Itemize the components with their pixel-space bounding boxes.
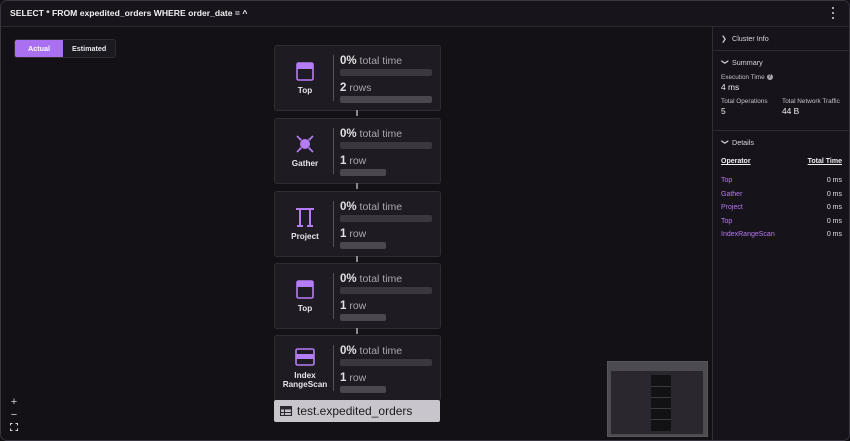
time-bar xyxy=(340,287,432,294)
estimated-toggle-button[interactable]: Estimated xyxy=(62,40,116,57)
minimap-plan xyxy=(651,375,671,431)
plan-node-gather[interactable]: Gather 0% total time 1 row xyxy=(274,118,441,184)
index-icon xyxy=(295,347,315,366)
operator-link[interactable]: IndexRangeScan xyxy=(721,231,775,238)
connector xyxy=(356,183,358,189)
view-toggle: Actual Estimated xyxy=(14,39,117,58)
execution-time-value: 4 ms xyxy=(721,82,740,92)
operator-column-header[interactable]: Operator xyxy=(721,158,751,165)
node-time: 0% total time xyxy=(340,345,403,357)
operator-time: 0 ms xyxy=(826,218,842,225)
execution-time-label: Execution Time? xyxy=(721,74,773,81)
plan-node-top-2[interactable]: Top 0% total time 1 row xyxy=(274,263,441,329)
node-rows: 1 row xyxy=(340,372,367,384)
project-icon xyxy=(296,208,314,227)
kebab-menu-icon[interactable] xyxy=(829,7,837,19)
time-bar xyxy=(340,142,432,149)
plan-node-project[interactable]: Project 0% total time 1 row xyxy=(274,191,441,257)
operator-link[interactable]: Top xyxy=(721,218,732,225)
time-bar xyxy=(340,215,432,222)
zoom-out-button[interactable]: − xyxy=(9,410,19,421)
rows-bar xyxy=(340,242,386,249)
top-icon xyxy=(296,61,314,81)
operator-time: 0 ms xyxy=(826,177,842,184)
chevron-down-icon: ❯ xyxy=(721,58,728,65)
node-rows: 1 row xyxy=(340,300,367,312)
table-name: test.expedited_orders xyxy=(297,404,413,418)
fit-view-button[interactable] xyxy=(9,423,19,433)
actual-toggle-button[interactable]: Actual xyxy=(15,40,63,57)
top-icon xyxy=(296,279,314,299)
app-window: SELECT * FROM expedited_orders WHERE ord… xyxy=(0,0,850,441)
summary-header[interactable]: ❯ Summary xyxy=(721,58,763,67)
node-time: 0% total time xyxy=(340,201,403,213)
operator-time: 0 ms xyxy=(826,231,842,238)
time-bar xyxy=(340,359,432,366)
table-source-node[interactable]: test.expedited_orders xyxy=(274,400,440,422)
details-panel: ❯ Cluster Info ❯ Summary Execution Time?… xyxy=(712,27,849,440)
chevron-right-icon: ❯ xyxy=(721,35,727,43)
gather-icon xyxy=(296,135,314,153)
node-label: Project xyxy=(291,232,319,241)
total-operations-label: Total Operations xyxy=(721,98,768,105)
minimap[interactable] xyxy=(607,361,708,437)
node-rows: 2 rows xyxy=(340,82,372,94)
node-rows: 1 row xyxy=(340,155,367,167)
node-time: 0% total time xyxy=(340,273,403,285)
minimap-viewport[interactable] xyxy=(611,371,703,434)
total-time-column-header[interactable]: Total Time xyxy=(808,158,842,165)
node-label: Top xyxy=(297,303,313,313)
node-rows: 1 row xyxy=(340,228,367,240)
rows-bar xyxy=(340,314,386,321)
connector xyxy=(356,110,358,116)
network-traffic-label: Total Network Traffic xyxy=(782,98,840,105)
node-label: Gather xyxy=(291,159,319,168)
chevron-down-icon: ❯ xyxy=(721,138,728,145)
operator-link[interactable]: Gather xyxy=(721,191,742,198)
connector xyxy=(356,328,358,334)
operator-link[interactable]: Top xyxy=(721,177,732,184)
fit-view-icon xyxy=(10,423,18,431)
node-label: Index RangeScan xyxy=(282,370,328,389)
zoom-in-button[interactable]: + xyxy=(9,397,19,408)
operator-link[interactable]: Project xyxy=(721,204,743,211)
operator-time: 0 ms xyxy=(826,191,842,198)
plan-canvas[interactable]: Actual Estimated Top 0% total time 2 row… xyxy=(1,27,712,440)
rows-bar xyxy=(340,169,386,176)
rows-bar xyxy=(340,96,432,103)
operator-time: 0 ms xyxy=(826,204,842,211)
node-time: 0% total time xyxy=(340,128,403,140)
time-bar xyxy=(340,69,432,76)
node-time: 0% total time xyxy=(340,55,403,67)
total-operations-value: 5 xyxy=(721,106,726,116)
table-icon xyxy=(280,406,292,416)
details-header[interactable]: ❯ Details xyxy=(721,138,754,147)
network-traffic-value: 44 B xyxy=(782,106,800,116)
cluster-info-header[interactable]: ❯ Cluster Info xyxy=(721,34,769,43)
plan-node-top[interactable]: Top 0% total time 2 rows xyxy=(274,45,441,111)
connector xyxy=(356,256,358,262)
node-label: Top xyxy=(297,85,313,95)
info-icon[interactable]: ? xyxy=(766,74,773,81)
query-title: SELECT * FROM expedited_orders WHERE ord… xyxy=(10,8,248,18)
title-bar: SELECT * FROM expedited_orders WHERE ord… xyxy=(1,1,849,27)
plan-node-index-range-scan[interactable]: Index RangeScan 0% total time 1 row xyxy=(274,335,441,401)
rows-bar xyxy=(340,386,386,393)
